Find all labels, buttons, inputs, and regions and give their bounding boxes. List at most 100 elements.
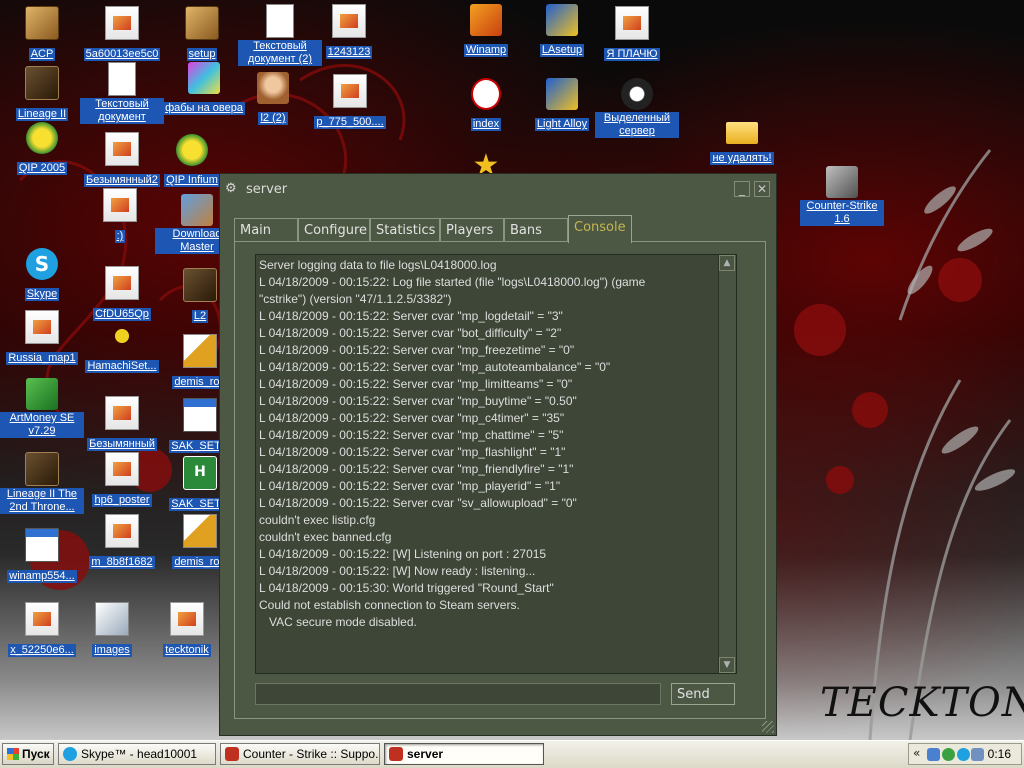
- desktop-icon-hp6-poster[interactable]: hp6_poster: [80, 452, 164, 507]
- desktop-icon-label: Lineage II The 2nd Throne...: [0, 488, 84, 514]
- task-label: Skype™ - head10001: [81, 747, 198, 761]
- command-input[interactable]: [255, 683, 661, 705]
- server-window[interactable]: ⚙ server _ ✕ Main Configure Statistics P…: [219, 173, 777, 736]
- display-tray-icon[interactable]: [971, 748, 984, 761]
- minimize-button[interactable]: _: [734, 181, 750, 197]
- desktop-icon-label: index: [470, 118, 502, 131]
- window-title: server: [246, 182, 288, 197]
- console-line: L 04/18/2009 - 00:15:22: Server cvar "mp…: [259, 343, 575, 357]
- desktop-icon-counter-strike[interactable]: Counter-Strike 1.6: [800, 166, 884, 226]
- desktop-icon-smile[interactable]: :): [78, 188, 162, 243]
- tab-players[interactable]: Players: [440, 218, 504, 242]
- desktop-icon-ya-plachu[interactable]: Я ПЛАЧЮ: [590, 6, 674, 61]
- desktop-icon-label: Я ПЛАЧЮ: [604, 48, 660, 61]
- tray-expand-chevron-icon[interactable]: «: [913, 746, 920, 760]
- console-output[interactable]: Server logging data to file logs\L041800…: [255, 254, 737, 674]
- qip-icon: [26, 122, 58, 154]
- desktop-icon-label: x_52250e6...: [8, 644, 76, 657]
- skype-tray-icon[interactable]: [957, 748, 970, 761]
- console-line: L 04/18/2009 - 00:15:22: Server cvar "bo…: [259, 326, 562, 340]
- image-file-icon: [105, 266, 139, 300]
- desktop-icon-label: Russia_map1: [6, 352, 78, 365]
- taskbar-item-server[interactable]: server: [384, 743, 544, 765]
- desktop-icon-m8b8f1682[interactable]: m_8b8f1682: [80, 514, 164, 569]
- setup-icon: [185, 6, 219, 40]
- console-line: L 04/18/2009 - 00:15:22: Server cvar "mp…: [259, 360, 611, 374]
- image-file-icon: [25, 602, 59, 636]
- qip-icon: [176, 134, 208, 166]
- desktop-icon-label: Winamp: [463, 44, 509, 57]
- text-document-icon: [266, 4, 294, 38]
- image-file-icon: [25, 310, 59, 344]
- tab-bans[interactable]: Bans: [504, 218, 568, 242]
- desktop-icon-bezymyanny[interactable]: Безымянный: [80, 396, 164, 451]
- start-button[interactable]: Пуск: [2, 743, 54, 765]
- desktop-icon-winamp554[interactable]: winamp554...: [0, 528, 84, 583]
- scroll-up-button[interactable]: ▲: [719, 255, 735, 271]
- taskbar: Пуск Skype™ - head10001 Counter - Strike…: [0, 740, 1024, 768]
- desktop-icon-dedicated-server[interactable]: Выделенный сервер: [595, 78, 679, 138]
- lineage-icon: [25, 66, 59, 100]
- desktop-icon-label: setup: [186, 48, 218, 61]
- close-button[interactable]: ✕: [754, 181, 770, 197]
- window-titlebar[interactable]: ⚙ server _ ✕: [220, 174, 776, 204]
- desktop-icon-light-alloy[interactable]: Light Alloy: [520, 78, 604, 131]
- desktop-icon-label: Безымянный2: [84, 174, 160, 187]
- console-line: L 04/18/2009 - 00:15:22: Log file starte…: [259, 275, 646, 289]
- console-scrollbar[interactable]: ▲ ▼: [718, 255, 736, 673]
- images-icon: [95, 602, 129, 636]
- photo-icon: [257, 72, 289, 104]
- text-document-icon: [108, 62, 136, 96]
- desktop-icon-text-doc[interactable]: Текстовый документ: [80, 62, 164, 124]
- desktop-icon-winamp[interactable]: Winamp: [444, 4, 528, 57]
- desktop-icon-label: ArtMoney SE v7.29: [0, 412, 84, 438]
- green-installer-icon: H: [183, 456, 217, 490]
- paint-icon: [188, 62, 220, 94]
- desktop-icon-qip-2005[interactable]: QIP 2005: [0, 122, 84, 175]
- console-line: L 04/18/2009 - 00:15:22: Server cvar "mp…: [259, 462, 574, 476]
- desktop-icon-label: Lineage II: [15, 108, 69, 121]
- desktop-icon-setup[interactable]: setup: [160, 6, 244, 61]
- desktop-icon-images[interactable]: images: [70, 602, 154, 657]
- tab-configure[interactable]: Configure: [298, 218, 370, 242]
- desktop-icon-label: Skype: [24, 288, 60, 301]
- desktop-icon-cfdu65qp[interactable]: CfDU65Qp: [80, 266, 164, 321]
- taskbar-item-counter-strike[interactable]: Counter - Strike :: Suppo...: [220, 743, 380, 765]
- desktop-icon-p775[interactable]: p_775_500....: [308, 74, 392, 129]
- task-label: server: [407, 747, 444, 761]
- image-file-icon: [105, 514, 139, 548]
- desktop-icon-l2-2[interactable]: l2 (2): [231, 72, 315, 125]
- desktop-icon-acp[interactable]: ACP: [0, 6, 84, 61]
- desktop-icon-index[interactable]: index: [444, 78, 528, 131]
- desktop-icon-hamachi[interactable]: HamachiSet...: [80, 320, 164, 373]
- send-button[interactable]: Send: [671, 683, 735, 705]
- image-file-icon: [333, 74, 367, 108]
- desktop-icon-ne-udalyat[interactable]: не удалять!: [700, 112, 784, 165]
- resize-grip[interactable]: [762, 721, 774, 733]
- console-line: L 04/18/2009 - 00:15:22: Server cvar "mp…: [259, 411, 565, 425]
- tab-statistics[interactable]: Statistics: [370, 218, 440, 242]
- folder-icon: [726, 122, 758, 144]
- winamp-icon: [470, 4, 502, 36]
- desktop-icon-tecktonik[interactable]: tecktonik: [145, 602, 229, 657]
- desktop-icon-label: Безымянный: [87, 438, 157, 451]
- desktop-icon-label: QIP 2005: [16, 162, 68, 175]
- desktop-icon-label: 5a60013ee5c0: [83, 48, 161, 61]
- desktop-icon-label: L2: [191, 310, 209, 323]
- desktop-icon-russia-map1[interactable]: Russia_map1: [0, 310, 84, 365]
- tab-main[interactable]: Main: [234, 218, 298, 242]
- desktop-icon-1243123[interactable]: 1243123: [307, 4, 391, 59]
- desktop-icon-skype[interactable]: S Skype: [0, 248, 84, 301]
- qip-tray-icon[interactable]: [942, 748, 955, 761]
- desktop-icon-5a60013ee5c0[interactable]: 5a60013ee5c0: [80, 6, 164, 61]
- taskbar-item-skype[interactable]: Skype™ - head10001: [58, 743, 216, 765]
- scroll-down-button[interactable]: ▼: [719, 657, 735, 673]
- desktop-icon-lineage-ii[interactable]: Lineage II: [0, 66, 84, 121]
- lineage-icon: [25, 452, 59, 486]
- image-file-icon: [105, 396, 139, 430]
- network-icon[interactable]: [927, 748, 940, 761]
- desktop-icon-lineage-2nd-throne[interactable]: Lineage II The 2nd Throne...: [0, 452, 84, 514]
- desktop-icon-artmoney[interactable]: ArtMoney SE v7.29: [0, 378, 84, 438]
- desktop: ACP 5a60013ee5c0 setup Текстовый докумен…: [0, 0, 1024, 740]
- tab-console[interactable]: Console: [568, 215, 632, 243]
